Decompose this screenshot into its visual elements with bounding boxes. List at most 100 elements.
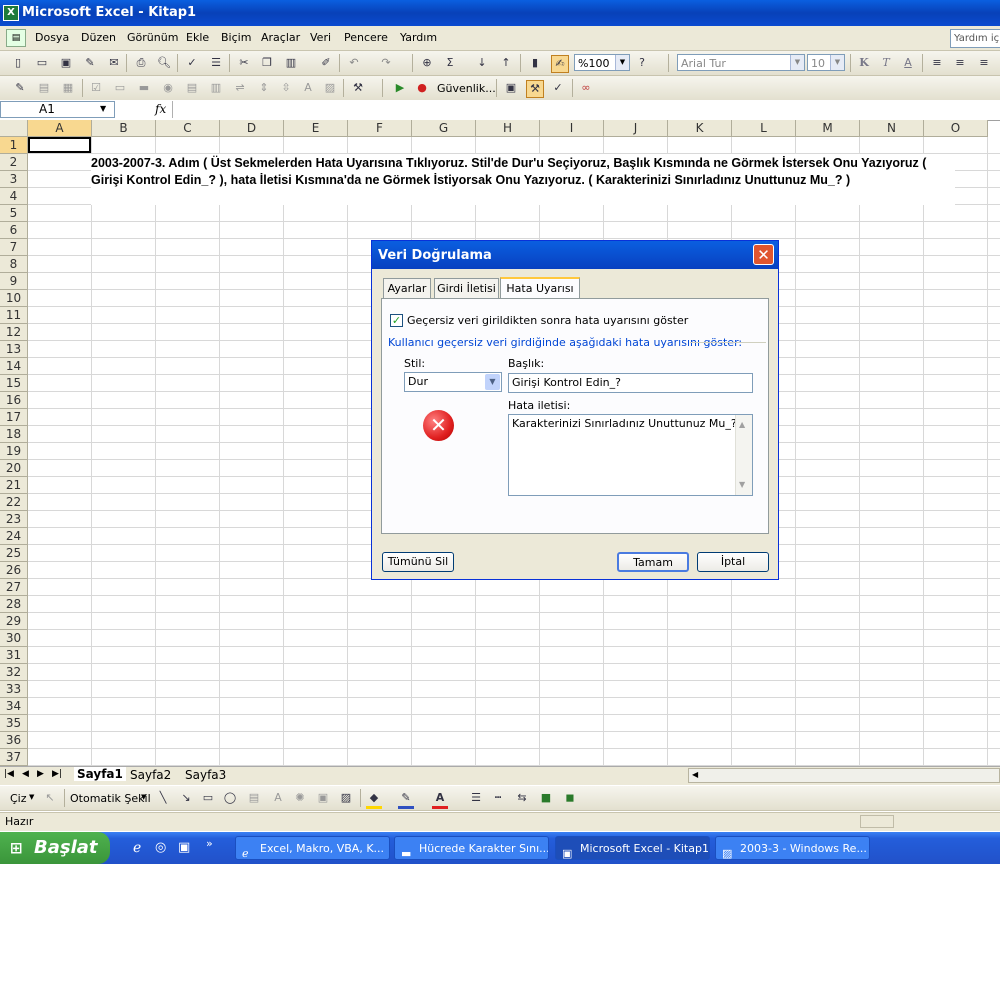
rectangle-icon[interactable]: ▭ (200, 790, 216, 806)
chart-wizard-icon[interactable]: ▮ (527, 55, 543, 71)
listbox-control-icon[interactable]: ▤ (184, 80, 200, 96)
font-color-icon[interactable]: A (432, 790, 448, 809)
column-header-o[interactable]: O (924, 120, 988, 137)
row-header-5[interactable]: 5 (0, 205, 28, 222)
bold-button[interactable]: K (856, 55, 872, 71)
align-center-icon[interactable]: ≡ (952, 55, 968, 71)
horizontal-scrollbar[interactable]: ◀ (688, 768, 1000, 783)
dash-style-icon[interactable]: ┅ (490, 790, 506, 806)
clear-all-button[interactable]: Tümünü Sil (382, 552, 454, 572)
column-header-h[interactable]: H (476, 120, 540, 137)
chevron-down-icon[interactable]: ▼ (100, 104, 106, 113)
save-icon[interactable]: ▣ (58, 55, 74, 71)
view-code-icon[interactable]: ▦ (60, 80, 76, 96)
cut-icon[interactable]: ✂ (236, 55, 252, 71)
shadow-icon[interactable]: ■ (538, 790, 554, 806)
combobox-control-icon[interactable]: ▥ (208, 80, 224, 96)
line-style-icon[interactable]: ☰ (468, 790, 484, 806)
menu-veri[interactable]: Veri (310, 31, 331, 44)
run-icon[interactable]: ▶ (392, 80, 408, 96)
button-control-icon[interactable]: ▬ (136, 80, 152, 96)
row-header-1[interactable]: 1 (0, 137, 28, 154)
last-sheet-icon[interactable]: ▶| (52, 769, 62, 779)
print-preview-icon[interactable]: 🔍︎ (156, 55, 172, 71)
outlook-icon[interactable]: ◎ (155, 840, 166, 855)
wordart-icon[interactable]: A (270, 790, 286, 806)
picture-icon[interactable]: ▨ (338, 790, 354, 806)
column-header-l[interactable]: L (732, 120, 796, 137)
underline-button[interactable]: A (900, 55, 916, 71)
row-header-3[interactable]: 3 (0, 171, 28, 188)
row-header-10[interactable]: 10 (0, 290, 28, 307)
spelling-icon[interactable]: ✓ (184, 55, 200, 71)
row-header-26[interactable]: 26 (0, 562, 28, 579)
design-tools-icon[interactable]: ✓ (550, 80, 566, 96)
row-header-7[interactable]: 7 (0, 239, 28, 256)
cancel-button[interactable]: İptal (697, 552, 769, 572)
row-header-36[interactable]: 36 (0, 732, 28, 749)
align-right-icon[interactable]: ≡ (976, 55, 992, 71)
taskbar-button-microsoft-excel[interactable]: ▣ Microsoft Excel - Kitap1 (555, 836, 710, 860)
autoshapes-menu-button[interactable]: Otomatik Şekil (70, 792, 151, 805)
line-color-icon[interactable]: ✎ (398, 790, 414, 809)
select-all-corner[interactable] (0, 120, 28, 137)
menu-gorunum[interactable]: Görünüm (127, 31, 178, 44)
row-header-15[interactable]: 15 (0, 375, 28, 392)
hyperlink-icon[interactable]: ⊕ (419, 55, 435, 71)
formula-input[interactable] (172, 101, 1000, 118)
arrow-style-icon[interactable]: ⇆ (514, 790, 530, 806)
scrollbar-control-icon[interactable]: ⇳ (278, 80, 294, 96)
function-icon[interactable]: fx (155, 102, 166, 116)
align-left-icon[interactable]: ≡ (929, 55, 945, 71)
autosum-icon[interactable]: Σ (442, 55, 458, 71)
script-editor-icon[interactable]: ∞ (578, 80, 594, 96)
row-header-27[interactable]: 27 (0, 579, 28, 596)
visual-basic-icon[interactable]: ▣ (503, 80, 519, 96)
dialog-title-bar[interactable]: Veri Doğrulama ✕ (372, 241, 778, 269)
row-header-18[interactable]: 18 (0, 426, 28, 443)
row-header-13[interactable]: 13 (0, 341, 28, 358)
paste-icon[interactable]: ▥ (283, 55, 299, 71)
menu-duzen[interactable]: Düzen (81, 31, 116, 44)
first-sheet-icon[interactable]: |◀ (4, 769, 14, 779)
menu-yardim[interactable]: Yardım (400, 31, 437, 44)
toggle-control-icon[interactable]: ⇌ (232, 80, 248, 96)
menu-ekle[interactable]: Ekle (186, 31, 209, 44)
column-header-m[interactable]: M (796, 120, 860, 137)
row-header-6[interactable]: 6 (0, 222, 28, 239)
option-control-icon[interactable]: ◉ (160, 80, 176, 96)
more-quicklaunch-icon[interactable]: » (206, 837, 213, 850)
column-header-k[interactable]: K (668, 120, 732, 137)
checkbox-control-icon[interactable]: ☑ (88, 80, 104, 96)
row-header-4[interactable]: 4 (0, 188, 28, 205)
column-header-i[interactable]: I (540, 120, 604, 137)
next-sheet-icon[interactable]: ▶ (37, 769, 44, 779)
fill-color-icon[interactable]: ◆ (366, 790, 382, 809)
start-button[interactable]: ⊞ Başlat (0, 832, 110, 864)
row-header-21[interactable]: 21 (0, 477, 28, 494)
print-icon[interactable]: ⎙ (133, 55, 149, 71)
design-mode-icon[interactable]: ✎ (12, 80, 28, 96)
row-header-37[interactable]: 37 (0, 749, 28, 766)
record-icon[interactable]: ● (414, 80, 430, 96)
undo-icon[interactable]: ↶ (346, 55, 362, 71)
3d-style-icon[interactable]: ◼ (562, 790, 578, 806)
sort-ascending-icon[interactable]: ↓ (474, 55, 490, 71)
label-control-icon[interactable]: A (300, 80, 316, 96)
row-header-24[interactable]: 24 (0, 528, 28, 545)
tab-girdi-iletisi[interactable]: Girdi İletisi (434, 278, 499, 298)
row-header-19[interactable]: 19 (0, 443, 28, 460)
italic-button[interactable]: T (878, 55, 894, 71)
scroll-down-icon[interactable]: ▼ (739, 477, 745, 493)
font-size-select[interactable]: 10 ▼ (807, 54, 845, 71)
row-header-11[interactable]: 11 (0, 307, 28, 324)
security-button[interactable]: Güvenlik... (437, 82, 496, 95)
row-header-22[interactable]: 22 (0, 494, 28, 511)
redo-icon[interactable]: ↷ (378, 55, 394, 71)
previous-sheet-icon[interactable]: ◀ (22, 769, 29, 779)
taskbar-button-hucrede-karakter[interactable]: ▬ Hücrede Karakter Sını... (394, 836, 549, 860)
row-header-33[interactable]: 33 (0, 681, 28, 698)
oval-icon[interactable]: ◯ (222, 790, 238, 806)
name-box[interactable]: A1 (0, 101, 115, 118)
clipart-icon[interactable]: ▣ (315, 790, 331, 806)
